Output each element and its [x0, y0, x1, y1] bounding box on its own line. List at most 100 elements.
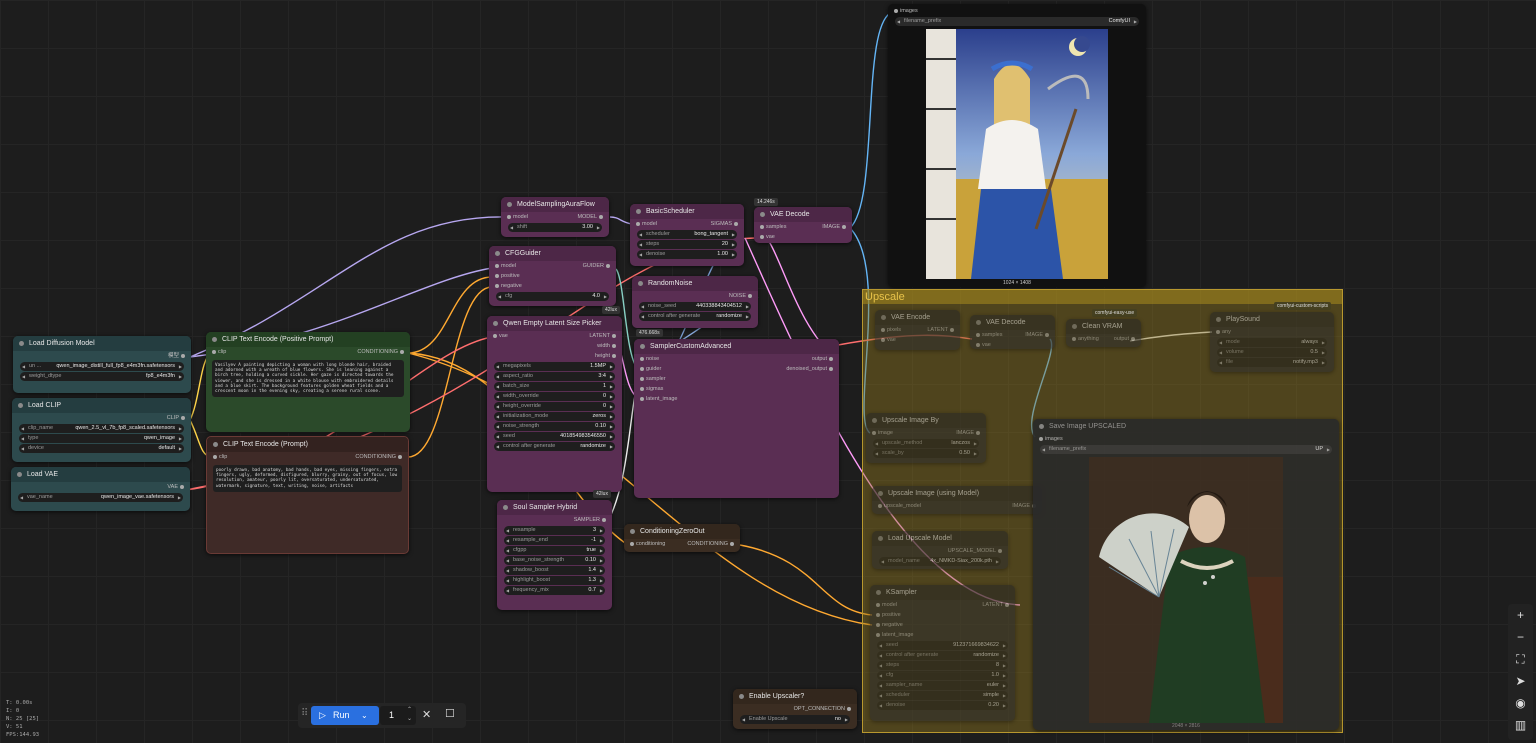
node-title[interactable]: Upscale Image By: [866, 413, 986, 428]
input-any[interactable]: any: [1216, 327, 1231, 337]
widget-resample-end[interactable]: resample_end-1: [504, 536, 605, 545]
widget-scale-by[interactable]: scale_by0.50: [873, 449, 979, 458]
output-height[interactable]: height: [595, 351, 616, 361]
node-soul-sampler-hybrid[interactable]: Soul Sampler Hybrid SAMPLER resample3 re…: [497, 500, 612, 610]
node-play-sound[interactable]: PlaySound any modealways volume0.5 filen…: [1210, 312, 1334, 372]
input-anything[interactable]: anything: [1072, 334, 1099, 344]
node-title[interactable]: CLIP Text Encode (Positive Prompt): [206, 332, 410, 347]
zoom-in-icon[interactable]: +: [1508, 604, 1533, 626]
preview-image-woman-sickle[interactable]: [926, 29, 1108, 279]
node-title[interactable]: Qwen Empty Latent Size Picker: [487, 316, 622, 331]
widget-initialization-mode[interactable]: initialization_modezeros: [494, 412, 615, 421]
widget-steps[interactable]: steps20: [637, 240, 737, 249]
output-conditioning[interactable]: CONDITIONING: [355, 452, 402, 462]
widget-device[interactable]: devicedefault: [19, 444, 184, 453]
widget-width-override[interactable]: width_override0: [494, 392, 615, 401]
node-title[interactable]: CFGGuider: [489, 246, 616, 261]
widget-aspect-ratio[interactable]: aspect_ratio3:4: [494, 372, 615, 381]
input-sampler[interactable]: sampler: [640, 374, 666, 384]
output-clip[interactable]: CLIP: [167, 413, 186, 423]
output-model[interactable]: 模型: [168, 351, 186, 361]
input-samples[interactable]: samples: [759, 222, 786, 232]
map-icon[interactable]: ▥: [1508, 714, 1533, 736]
node-vae-decode[interactable]: VAE Decode samples IMAGE vae: [754, 207, 852, 243]
node-model-sampling-auraflow[interactable]: ModelSamplingAuraFlow model MODEL shift3.…: [501, 197, 609, 237]
input-clip[interactable]: clip: [211, 347, 226, 357]
node-title[interactable]: SamplerCustomAdvanced: [634, 339, 839, 354]
node-title[interactable]: Soul Sampler Hybrid: [497, 500, 612, 515]
eye-icon[interactable]: ◉: [1508, 692, 1533, 714]
output-sigmas[interactable]: SIGMAS: [711, 219, 739, 229]
widget-height-override[interactable]: height_override0: [494, 402, 615, 411]
node-title[interactable]: VAE Decode: [970, 315, 1055, 330]
node-title[interactable]: Load Upscale Model: [872, 531, 1008, 546]
output-latent[interactable]: LATENT: [927, 325, 954, 335]
widget-model-name[interactable]: model_name4x_NMKD-Siax_200k.pth: [879, 557, 1001, 566]
run-button[interactable]: ▷ Run ⌄: [311, 706, 379, 725]
node-title[interactable]: Load Diffusion Model: [13, 336, 191, 351]
input-clip[interactable]: clip: [212, 452, 227, 462]
output-latent[interactable]: LATENT: [982, 600, 1009, 610]
input-model[interactable]: model: [636, 219, 657, 229]
input-sigmas[interactable]: sigmas: [639, 384, 663, 394]
chevron-down-icon[interactable]: ⌄: [361, 706, 368, 725]
widget-volume[interactable]: volume0.5: [1217, 348, 1327, 357]
output-upscale-model[interactable]: UPSCALE_MODEL: [948, 546, 1003, 556]
node-conditioning-zero-out[interactable]: ConditioningZeroOut conditioning CONDITIO…: [624, 524, 740, 552]
output-opt-connection[interactable]: OPT_CONNECTION: [794, 704, 852, 714]
widget-megapixels[interactable]: megapixels1.5MP: [494, 362, 615, 371]
widget-denoise[interactable]: denoise0.20: [877, 701, 1008, 710]
widget-upscale-method[interactable]: upscale_methodlanczos: [873, 439, 979, 448]
node-ksampler[interactable]: KSampler model LATENT positive negative l…: [870, 585, 1015, 721]
widget-shadow-boost[interactable]: shadow_boost1.4: [504, 566, 605, 575]
input-guider[interactable]: guider: [639, 364, 661, 374]
node-load-clip[interactable]: Load CLIP CLIP clip_nameqwen_2.5_vl_7b_f…: [12, 398, 191, 462]
input-pixels[interactable]: pixels: [880, 325, 901, 335]
output-conditioning[interactable]: CONDITIONING: [357, 347, 404, 357]
node-title[interactable]: Upscale Image (using Model): [872, 486, 1042, 501]
widget-filename-prefix[interactable]: filename_prefixComfyUI: [895, 17, 1139, 26]
zoom-out-icon[interactable]: −: [1508, 626, 1533, 648]
output-noise[interactable]: NOISE: [729, 291, 753, 301]
widget-base-noise-strength[interactable]: base_noise_strength0.10: [504, 556, 605, 565]
close-icon[interactable]: ✕: [422, 708, 431, 721]
input-upscale-model[interactable]: upscale_model: [878, 501, 921, 511]
preview-image-lady-fan[interactable]: [1089, 457, 1283, 723]
node-save-image[interactable]: images filename_prefixComfyUI 1024 × 140…: [888, 4, 1146, 287]
widget-resample[interactable]: resample3: [504, 526, 605, 535]
prompt-text-negative[interactable]: poorly drawn, bad anatomy, bad hands, ba…: [213, 465, 402, 492]
output-output[interactable]: output: [1114, 334, 1136, 344]
input-vae[interactable]: vae: [881, 335, 896, 345]
widget-noise-strength[interactable]: noise_strength0.10: [494, 422, 615, 431]
input-model[interactable]: model: [507, 212, 528, 222]
widget-control-after-generate[interactable]: control after generaterandomize: [494, 442, 615, 451]
node-title[interactable]: Save Image UPSCALED: [1033, 419, 1339, 434]
node-title[interactable]: VAE Encode: [875, 310, 960, 325]
node-title[interactable]: Clean VRAM: [1066, 319, 1141, 334]
input-vae[interactable]: vae: [493, 331, 508, 341]
node-title[interactable]: RandomNoise: [632, 276, 758, 291]
output-denoised[interactable]: denoised_output: [786, 364, 833, 374]
input-latent-image[interactable]: latent_image: [640, 394, 678, 404]
widget-noise-seed[interactable]: noise_seed440338843404512: [639, 302, 751, 311]
node-clean-vram[interactable]: Clean VRAM anything output: [1066, 319, 1141, 347]
output-output[interactable]: output: [812, 354, 834, 364]
output-image[interactable]: IMAGE: [1025, 330, 1049, 340]
node-enable-upscaler[interactable]: Enable Upscaler? OPT_CONNECTION Enable U…: [733, 689, 857, 729]
node-clip-text-encode-positive[interactable]: CLIP Text Encode (Positive Prompt) clip C…: [206, 332, 410, 432]
increment-icon[interactable]: ⌃: [407, 706, 412, 713]
widget-frequency-mix[interactable]: frequency_mix0.7: [504, 586, 605, 595]
input-images[interactable]: images: [1039, 434, 1063, 444]
output-image[interactable]: IMAGE: [822, 222, 846, 232]
input-conditioning[interactable]: conditioning: [629, 539, 665, 549]
output-latent[interactable]: LATENT: [589, 331, 616, 341]
node-title[interactable]: ConditioningZeroOut: [624, 524, 740, 539]
widget-cfgpp-toggle[interactable]: cfgpptrue: [504, 546, 605, 555]
widget-seed[interactable]: seed912371669834622: [877, 641, 1008, 650]
widget-file[interactable]: filenotify.mp3: [1217, 358, 1327, 367]
input-model[interactable]: model: [495, 261, 516, 271]
stop-icon[interactable]: ☐: [445, 707, 455, 720]
widget-scheduler[interactable]: schedulersimple: [877, 691, 1008, 700]
node-title[interactable]: CLIP Text Encode (Prompt): [207, 437, 408, 452]
output-vae[interactable]: VAE: [167, 482, 184, 492]
